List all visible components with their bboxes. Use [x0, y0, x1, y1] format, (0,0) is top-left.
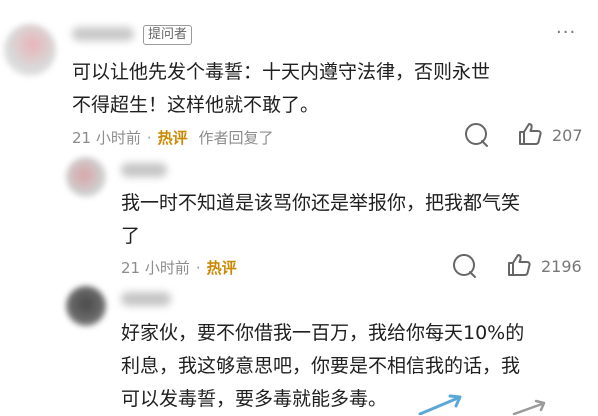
comment-bubble-icon[interactable]	[464, 122, 490, 148]
reply-text-line: 了	[121, 225, 141, 247]
reply-meta: 21 小时前 · 热评	[121, 257, 237, 278]
thumbs-up-icon[interactable]	[517, 121, 543, 147]
author-replied-link[interactable]: 作者回复了	[198, 129, 273, 147]
username-blurred[interactable]	[72, 27, 134, 41]
reply-text-line: 利息，我这够意思吧，你要是不相信我的话，我	[121, 355, 521, 377]
comment-text-line: 不得超生！这样他就不敢了。	[72, 94, 320, 116]
like-count: 2196	[541, 257, 582, 276]
timestamp: 21 小时前	[72, 129, 141, 147]
avatar[interactable]	[66, 286, 106, 326]
avatar[interactable]	[66, 157, 106, 197]
comment-bubble-icon[interactable]	[452, 253, 478, 279]
hot-comment-label: 热评	[206, 259, 237, 277]
asker-badge: 提问者	[143, 25, 193, 45]
reply-text: 我一时不知道是该骂你还是举报你，把我都气笑 了	[121, 187, 520, 253]
comment-thread: { "comment1": { "badge": "提问者", "line1":…	[0, 0, 598, 415]
reply-text-line: 可以发毒誓，要多毒就能多毒。	[121, 388, 388, 410]
username-blurred[interactable]	[121, 292, 171, 306]
timestamp: 21 小时前	[121, 259, 190, 277]
hot-comment-label: 热评	[157, 129, 188, 147]
username-blurred[interactable]	[121, 163, 167, 177]
thumbs-up-icon[interactable]	[506, 252, 532, 278]
comment-meta: 21 小时前 · 热评 作者回复了	[72, 127, 273, 148]
arrow-decoration-icon	[418, 394, 462, 415]
separator-dot: ·	[195, 259, 201, 277]
reply-text-line: 我一时不知道是该骂你还是举报你，把我都气笑	[121, 192, 521, 214]
arrow-decoration-icon	[512, 399, 546, 415]
comment-text-line: 可以让他先发个毒誓：十天内遵守法律，否则永世	[72, 61, 491, 83]
reply-text-line: 好家伙，要不你借我一百万，我给你每天10%的	[121, 322, 525, 344]
more-options-icon[interactable]: ···	[556, 24, 576, 42]
separator-dot: ·	[146, 129, 152, 147]
like-count: 207	[552, 126, 583, 145]
comment-text: 可以让他先发个毒誓：十天内遵守法律，否则永世 不得超生！这样他就不敢了。	[72, 56, 490, 122]
avatar[interactable]	[4, 24, 56, 76]
